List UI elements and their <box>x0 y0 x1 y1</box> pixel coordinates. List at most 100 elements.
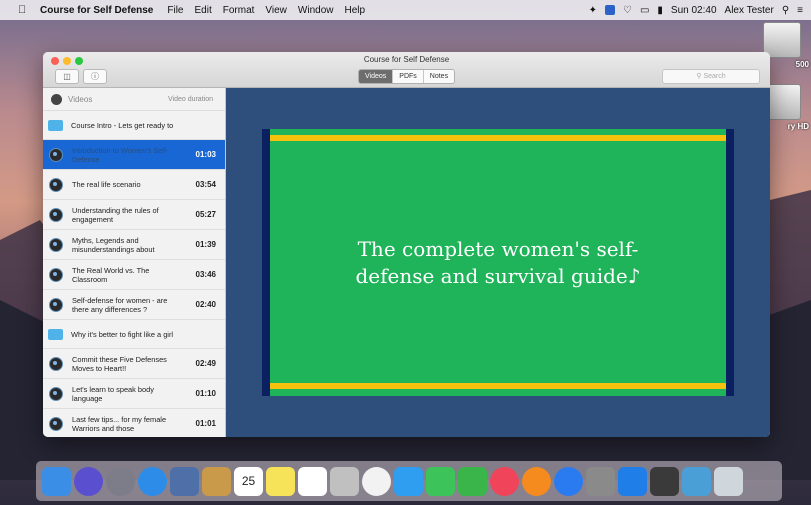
battery-icon[interactable]: ▮ <box>657 5 663 16</box>
teamviewer-status-icon[interactable]: ✦ <box>589 5 597 16</box>
wifi-icon[interactable]: ♡ <box>623 5 632 16</box>
user-name[interactable]: Alex Tester <box>725 5 774 16</box>
lesson-row[interactable]: Understanding the rules of engagement 05:… <box>43 200 225 230</box>
app-menu[interactable]: Course for Self Defense <box>40 5 153 16</box>
lesson-title: Self-defense for women - are there any d… <box>72 295 168 314</box>
reminders-icon[interactable] <box>298 466 327 496</box>
lesson-title: Course Intro - Lets get ready to <box>71 120 174 130</box>
lesson-row[interactable]: The real life scenario 03:54 <box>43 170 225 200</box>
books-icon[interactable] <box>522 466 551 496</box>
photo-booth-icon[interactable] <box>330 466 359 496</box>
menu-bar:  Course for Self Defense File Edit Form… <box>0 0 811 20</box>
calendar-icon[interactable]: 25 <box>234 466 263 496</box>
lesson-row[interactable]: Self-defense for women - are there any d… <box>43 290 225 320</box>
slide-top-stripe <box>270 135 726 141</box>
video-icon <box>49 207 63 222</box>
menu-format[interactable]: Format <box>223 5 255 16</box>
tab-videos[interactable]: Videos <box>359 70 394 83</box>
safari-icon[interactable] <box>138 466 167 496</box>
folder-icon <box>48 119 63 131</box>
lesson-row[interactable]: Myths, Legends and misunderstandings abo… <box>43 230 225 260</box>
preview-icon[interactable] <box>170 466 199 496</box>
video-icon <box>49 147 63 162</box>
lesson-duration: 01:10 <box>195 389 216 398</box>
lesson-duration: 02:49 <box>195 359 216 368</box>
video-player[interactable]: The complete women's self- defense and s… <box>226 88 770 437</box>
facetime-icon[interactable] <box>426 466 455 496</box>
downloads-folder-icon[interactable] <box>682 466 711 496</box>
lesson-title: Why it's better to fight like a girl <box>71 329 174 339</box>
lesson-row[interactable]: Introduction to Women's Self-Defense 01:0… <box>43 140 225 170</box>
finder-icon[interactable] <box>42 466 71 496</box>
hard-disk-label: ry HD <box>787 122 809 131</box>
search-placeholder: Search <box>703 73 726 80</box>
spotlight-search-icon[interactable]: ⚲ <box>782 5 789 16</box>
app-status-icon[interactable] <box>604 5 615 15</box>
search-icon: ⚲ <box>696 73 702 80</box>
sidebar-toggle-button[interactable]: ◫ <box>55 69 79 84</box>
notification-center-icon[interactable]: ≡ <box>797 5 803 16</box>
section-folder-row[interactable]: Course Intro - Lets get ready to <box>43 111 225 140</box>
lesson-row[interactable]: The Real World vs. The Classroom 03:46 <box>43 260 225 290</box>
video-frame: The complete women's self- defense and s… <box>262 129 734 396</box>
section-folder-row[interactable]: Why it's better to fight like a girl <box>43 320 225 349</box>
video-icon <box>49 177 63 192</box>
app-store-icon[interactable] <box>554 466 583 496</box>
lesson-title: Let's learn to speak body language <box>72 384 154 403</box>
stickies-icon[interactable] <box>266 466 295 496</box>
lesson-duration: 01:01 <box>195 419 216 428</box>
lesson-row[interactable]: Let's learn to speak body language 01:10 <box>43 379 225 409</box>
slide-bottom-stripe <box>270 383 726 389</box>
numbers-icon[interactable] <box>458 466 487 496</box>
photos-icon[interactable] <box>362 466 391 496</box>
apple-menu-icon[interactable]:  <box>18 4 32 16</box>
lesson-duration: 01:39 <box>195 240 216 249</box>
lesson-title: Introduction to Women's Self-Defense <box>72 145 169 164</box>
airplay-icon[interactable]: ▭ <box>640 5 649 16</box>
tab-notes[interactable]: Notes <box>423 70 455 83</box>
launchpad-icon[interactable] <box>106 466 135 496</box>
video-icon <box>49 416 63 431</box>
lesson-row[interactable]: Commit these Five Defenses Moves to Hear… <box>43 349 225 379</box>
caption-line: The complete women's self- <box>357 237 639 261</box>
messages-icon[interactable] <box>394 466 423 496</box>
clock[interactable]: Sun 02:40 <box>671 5 717 16</box>
menu-window[interactable]: Window <box>298 5 334 16</box>
caption-line: defense and survival guide♪ <box>355 264 641 288</box>
lesson-title: Last few tips... for my female Warriors … <box>72 414 167 433</box>
search-input[interactable]: ⚲ Search <box>662 69 760 84</box>
app-window: Course for Self Defense ◫ ⓘ Videos PDFs … <box>43 52 770 437</box>
lesson-duration: 03:46 <box>195 270 216 279</box>
content-tabs: Videos PDFs Notes <box>358 69 456 84</box>
sidebar-icon: ◫ <box>63 72 71 81</box>
menu-edit[interactable]: Edit <box>195 5 212 16</box>
lesson-row[interactable]: Last few tips... for my female Warriors … <box>43 409 225 437</box>
sidebar-header: Videos Video duration <box>43 88 225 111</box>
video-icon <box>49 267 63 282</box>
siri-icon[interactable] <box>74 466 103 496</box>
window-title: Course for Self Defense <box>363 55 450 64</box>
lesson-title: The Real World vs. The Classroom <box>72 265 150 284</box>
videos-icon <box>51 93 62 105</box>
folder-icon <box>48 328 63 340</box>
teamviewer-icon[interactable] <box>618 466 647 496</box>
menu-help[interactable]: Help <box>344 5 365 16</box>
tab-pdfs[interactable]: PDFs <box>393 70 424 83</box>
video-slide: The complete women's self- defense and s… <box>270 129 726 396</box>
menu-view[interactable]: View <box>265 5 287 16</box>
video-icon <box>49 297 63 312</box>
system-preferences-icon[interactable] <box>586 466 615 496</box>
menu-file[interactable]: File <box>167 5 183 16</box>
info-button[interactable]: ⓘ <box>83 69 107 84</box>
self-defense-app-icon[interactable] <box>650 466 679 496</box>
title-bar: Course for Self Defense ◫ ⓘ Videos PDFs … <box>43 52 770 88</box>
lesson-title: Commit these Five Defenses Moves to Hear… <box>72 354 167 373</box>
video-icon <box>49 237 63 252</box>
video-caption: The complete women's self- defense and s… <box>270 236 726 290</box>
dock: 25 <box>36 461 782 501</box>
trash-icon[interactable] <box>714 466 743 496</box>
lesson-title: Myths, Legends and misunderstandings abo… <box>72 235 155 254</box>
music-icon[interactable] <box>490 466 519 496</box>
notes-icon[interactable] <box>202 466 231 496</box>
lesson-sidebar: Videos Video duration Course Intro - Let… <box>43 88 226 437</box>
